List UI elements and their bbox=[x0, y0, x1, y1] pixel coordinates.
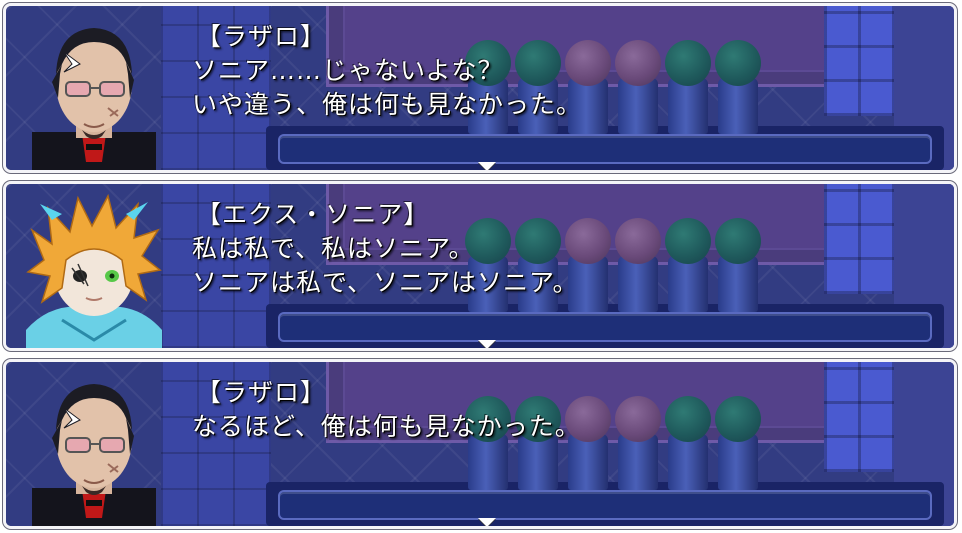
rail-window bbox=[278, 490, 932, 520]
speaker-name: 【エクス・ソニア】 bbox=[196, 200, 430, 229]
dialog-line: なるほど、俺は何も見なかった。 bbox=[192, 412, 581, 441]
dialog-text-3: 【ラザロ】 なるほど、俺は何も見なかった。 bbox=[192, 376, 934, 444]
speaker-name: 【ラザロ】 bbox=[196, 378, 327, 407]
advance-arrow-icon[interactable] bbox=[478, 162, 496, 170]
rail-window bbox=[278, 134, 932, 164]
lazaro-portrait-icon bbox=[22, 368, 166, 526]
dialog-line: ソニア……じゃないよな？ bbox=[192, 56, 504, 85]
advance-arrow-icon[interactable] bbox=[478, 340, 496, 348]
speaker-name: 【ラザロ】 bbox=[196, 22, 327, 51]
lazaro-portrait-icon bbox=[22, 12, 166, 170]
dialog-line: 私は私で、私はソニア。 bbox=[192, 234, 475, 263]
dialog-text-1: 【ラザロ】 ソニア……じゃないよな？ いや違う、俺は何も見なかった。 bbox=[192, 20, 934, 122]
dialog-line: いや違う、俺は何も見なかった。 bbox=[192, 90, 583, 119]
dialog-screenshot-stack: 【ラザロ】 ソニア……じゃないよな？ いや違う、俺は何も見なかった。 【エクス・… bbox=[0, 0, 962, 533]
dialog-line: ソニアは私で、ソニアはソニア。 bbox=[192, 268, 579, 297]
advance-arrow-icon[interactable] bbox=[478, 518, 496, 526]
dialog-panel-3[interactable]: 【ラザロ】 なるほど、俺は何も見なかった。 bbox=[3, 359, 957, 529]
dialog-text-2: 【エクス・ソニア】 私は私で、私はソニア。 ソニアは私で、ソニアはソニア。 bbox=[192, 198, 934, 300]
dialog-panel-1[interactable]: 【ラザロ】 ソニア……じゃないよな？ いや違う、俺は何も見なかった。 bbox=[3, 3, 957, 173]
dialog-panel-2[interactable]: 【エクス・ソニア】 私は私で、私はソニア。 ソニアは私で、ソニアはソニア。 bbox=[3, 181, 957, 351]
ex-sonia-portrait-icon bbox=[22, 190, 166, 348]
rail-window bbox=[278, 312, 932, 342]
